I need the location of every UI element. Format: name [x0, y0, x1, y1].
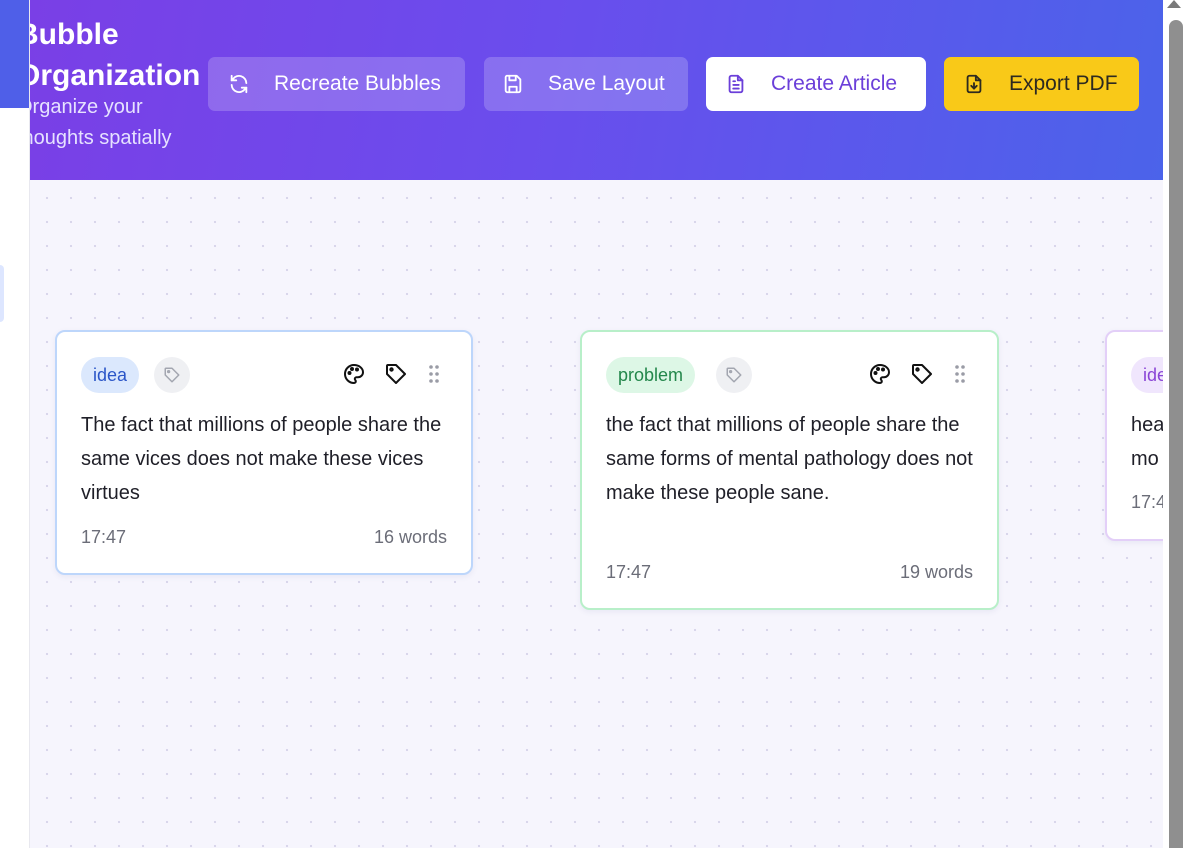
create-article-button[interactable]: Create Article [706, 57, 926, 111]
bubble-timestamp: 17:47 [81, 527, 127, 547]
color-button[interactable] [867, 361, 893, 387]
card-actions [851, 361, 973, 387]
export-pdf-button[interactable]: Export PDF [944, 57, 1139, 111]
save-layout-button[interactable]: Save Layout [484, 57, 688, 111]
card-actions [325, 361, 447, 387]
tag-icon [386, 364, 406, 384]
bubble-card[interactable]: ide hea mo 17:4 [1105, 330, 1163, 541]
recreate-bubbles-button[interactable]: Recreate Bubbles [208, 57, 465, 111]
bubble-text[interactable]: The fact that millions of people share t… [81, 408, 449, 510]
save-icon [504, 74, 522, 94]
recreate-bubbles-label: Recreate Bubbles [274, 72, 441, 95]
scroll-up-arrow-icon[interactable] [1167, 0, 1181, 8]
add-tag-button[interactable] [716, 357, 752, 393]
refresh-icon [230, 74, 248, 94]
color-button[interactable] [341, 361, 367, 387]
sidebar-active-indicator[interactable] [0, 0, 29, 108]
app-title: Bubble Organization [29, 18, 201, 92]
category-tag[interactable]: ide [1131, 357, 1163, 393]
bubble-word-count: 16 words [373, 527, 447, 547]
drag-handle-icon [429, 365, 439, 383]
palette-icon [344, 364, 364, 384]
bubble-word-count: 19 words [899, 562, 973, 582]
file-download-icon [966, 74, 982, 94]
bubble-card[interactable]: problem the fact that millions of people… [580, 330, 999, 610]
bubble-canvas[interactable]: idea The fact that millions of people sh… [29, 180, 1163, 848]
drag-handle-icon [955, 365, 965, 383]
document-icon [728, 74, 744, 94]
bubble-text[interactable]: hea mo [1131, 408, 1163, 476]
save-layout-label: Save Layout [548, 72, 665, 95]
drag-handle[interactable] [947, 361, 973, 387]
scrollbar-thumb[interactable] [1169, 20, 1183, 848]
bubble-timestamp: 17:47 [606, 562, 652, 582]
header: Bubble Organization Organize your though… [29, 0, 1163, 180]
bubble-card[interactable]: idea The fact that millions of people sh… [55, 330, 473, 575]
category-tag[interactable]: idea [81, 357, 140, 393]
tag-button[interactable] [909, 361, 935, 387]
brand: Bubble Organization Organize your though… [29, 14, 217, 154]
drag-handle[interactable] [421, 361, 447, 387]
tag-icon [164, 367, 180, 383]
category-tag[interactable]: problem [606, 357, 696, 393]
sidebar-tab[interactable] [0, 265, 4, 322]
tag-icon [726, 367, 742, 383]
add-tag-button[interactable] [154, 357, 190, 393]
bubble-text[interactable]: the fact that millions of people share t… [606, 408, 975, 510]
tag-button[interactable] [383, 361, 409, 387]
tag-icon [912, 364, 932, 384]
app-subtitle: Organize your thoughts spatially [29, 96, 172, 149]
export-pdf-label: Export PDF [1009, 72, 1118, 95]
bubble-timestamp: 17:4 [1131, 492, 1163, 512]
sidebar-strip [0, 0, 30, 848]
create-article-label: Create Article [771, 72, 898, 95]
palette-icon [870, 364, 890, 384]
